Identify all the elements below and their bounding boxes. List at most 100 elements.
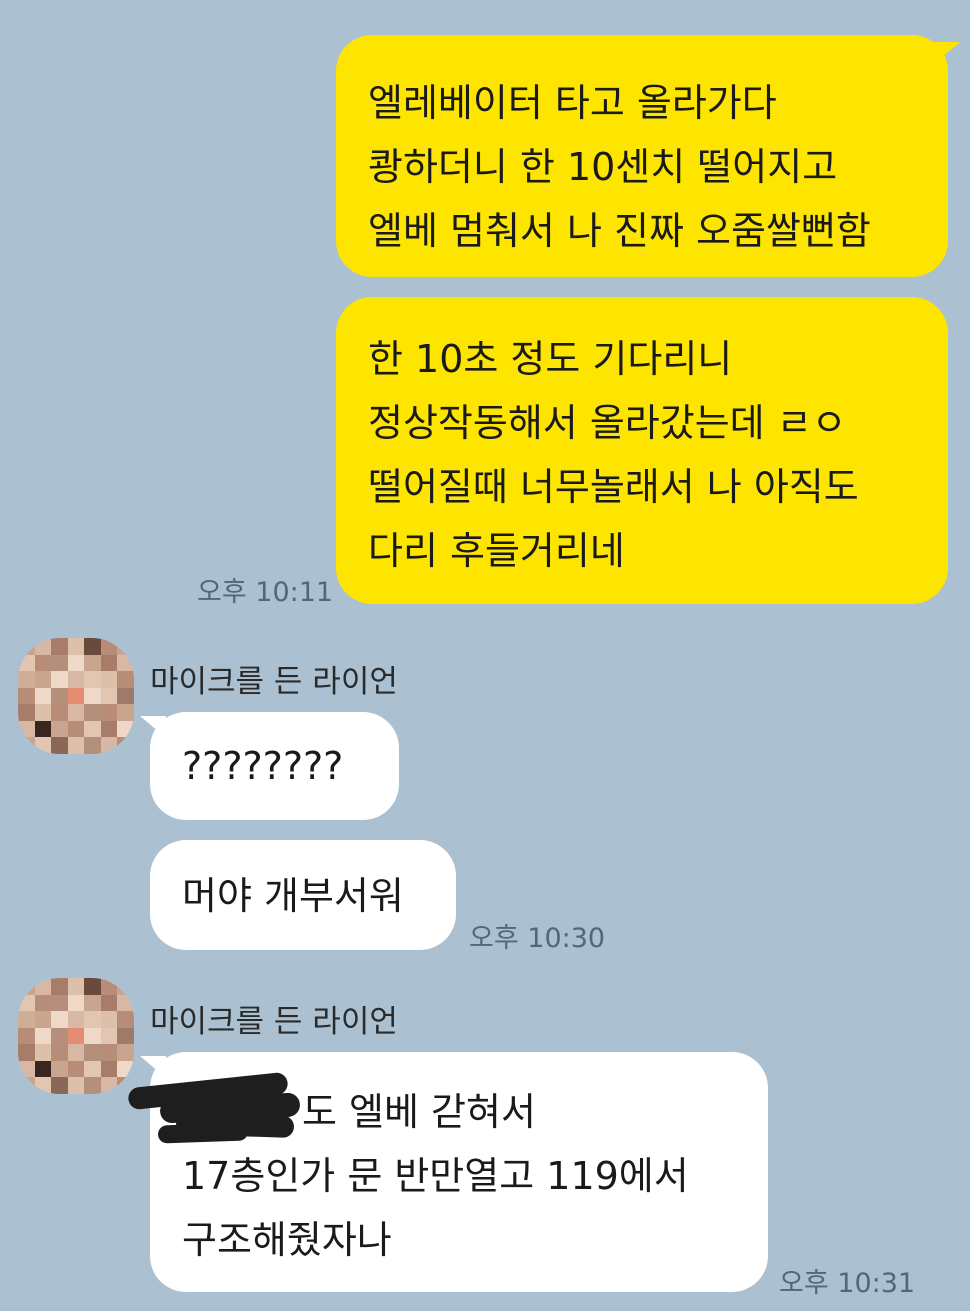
avatar-pixel — [34, 720, 52, 738]
avatar-pixel — [34, 1011, 52, 1028]
avatar-pixel — [117, 737, 134, 754]
avatar-pixel — [117, 704, 134, 721]
message-line: 엘레베이터 타고 올라가다 — [368, 81, 777, 125]
avatar-pixel — [100, 994, 118, 1012]
avatar[interactable] — [18, 638, 134, 754]
avatar-pixel — [100, 720, 118, 738]
avatar-pixel — [34, 654, 52, 672]
avatar-pixel — [117, 1027, 134, 1045]
avatar-pixel — [117, 687, 134, 705]
outgoing-message-bubble[interactable]: 한 10초 정도 기다리니 정상작동해서 올라갔는데 ㄹㅇ 떨어질때 너무놀래서… — [336, 297, 948, 604]
avatar-pixel — [18, 654, 35, 672]
avatar-pixel — [100, 671, 118, 688]
avatar-pixel — [34, 737, 52, 754]
message-line: 떨어질때 너무놀래서 나 아직도 — [368, 465, 859, 509]
avatar-pixel — [18, 1044, 35, 1061]
avatar-pixel — [51, 1027, 68, 1045]
avatar-pixel — [67, 1060, 85, 1078]
avatar-pixel — [34, 638, 52, 655]
avatar-pixel — [84, 994, 101, 1012]
message-timestamp: 오후 10:30 — [469, 923, 606, 954]
avatar-pixel — [100, 1011, 118, 1028]
avatar-pixel — [117, 978, 134, 995]
message-line: 엘베 멈춰서 나 진짜 오줌쌀뻔함 — [368, 209, 871, 253]
avatar-pixel — [117, 1044, 134, 1061]
avatar-pixel — [51, 720, 68, 738]
avatar-pixel — [67, 1027, 85, 1045]
avatar-pixel — [51, 704, 68, 721]
redaction-scribble — [157, 1122, 249, 1144]
incoming-message-bubble[interactable]: ???????? — [150, 712, 399, 820]
message-line: 머야 개부서워 — [182, 874, 404, 918]
avatar-pixel — [67, 978, 85, 995]
message-line: 17층인가 문 반만열고 119에서 — [182, 1154, 689, 1198]
avatar-pixel — [34, 978, 52, 995]
avatar-pixel — [34, 1044, 52, 1061]
avatar-pixel — [34, 1077, 52, 1094]
avatar-pixel — [100, 1044, 118, 1061]
avatar-pixel — [18, 994, 35, 1012]
avatar-pixel — [34, 994, 52, 1012]
avatar-pixel — [34, 1060, 52, 1078]
bubble-tail — [934, 42, 960, 64]
avatar-pixel — [67, 1077, 85, 1094]
avatar-pixel — [84, 1060, 101, 1078]
avatar-pixel — [117, 1011, 134, 1028]
avatar-pixel — [67, 704, 85, 721]
avatar-pixel — [67, 638, 85, 655]
avatar-pixel — [117, 654, 134, 672]
avatar-pixel — [51, 1011, 68, 1028]
avatar-pixel — [67, 1044, 85, 1061]
avatar-pixel — [51, 978, 68, 995]
avatar-pixel — [117, 638, 134, 655]
avatar-pixel — [67, 737, 85, 754]
avatar-pixel — [100, 654, 118, 672]
message-timestamp: 오후 10:11 — [197, 577, 334, 608]
avatar-pixel — [84, 687, 101, 705]
avatar-pixel — [18, 687, 35, 705]
avatar-pixel — [100, 1060, 118, 1078]
avatar-pixel — [18, 671, 35, 688]
avatar-pixel — [18, 1011, 35, 1028]
incoming-message-bubble[interactable]: 머야 개부서워 — [150, 840, 456, 950]
avatar-pixel — [84, 1027, 101, 1045]
message-line: 정상작동해서 올라갔는데 ㄹㅇ — [368, 401, 847, 445]
avatar-pixel — [84, 978, 101, 995]
message-line: ???????? — [182, 744, 344, 788]
avatar-pixel — [51, 687, 68, 705]
bubble-tail — [140, 1056, 166, 1078]
avatar-pixel — [67, 687, 85, 705]
avatar-pixel — [34, 687, 52, 705]
message-line: 다리 후들거리네 — [368, 529, 625, 573]
avatar[interactable] — [18, 978, 134, 1094]
avatar-pixel — [67, 720, 85, 738]
message-line: 한 10초 정도 기다리니 — [368, 337, 733, 381]
avatar-pixel — [51, 1077, 68, 1094]
avatar-pixel — [100, 737, 118, 754]
avatar-pixel — [117, 671, 134, 688]
avatar-pixel — [51, 671, 68, 688]
avatar-pixel — [18, 720, 35, 738]
avatar-pixel — [67, 994, 85, 1012]
avatar-pixel — [51, 654, 68, 672]
avatar-pixel — [18, 978, 35, 995]
avatar-pixel — [18, 1077, 35, 1094]
avatar-pixel — [18, 704, 35, 721]
avatar-pixel — [51, 1060, 68, 1078]
avatar-pixel — [84, 720, 101, 738]
avatar-pixel — [100, 1027, 118, 1045]
avatar-pixel — [100, 704, 118, 721]
outgoing-message-bubble[interactable]: 엘레베이터 타고 올라가다 쾅하더니 한 10센치 떨어지고 엘베 멈춰서 나 … — [336, 35, 948, 277]
avatar-pixel — [84, 638, 101, 655]
avatar-pixel — [34, 671, 52, 688]
avatar-pixel — [100, 687, 118, 705]
avatar-pixel — [117, 994, 134, 1012]
avatar-pixel — [18, 737, 35, 754]
avatar-pixel — [18, 1027, 35, 1045]
avatar-pixel — [100, 1077, 118, 1094]
message-line: 쾅하더니 한 10센치 떨어지고 — [368, 145, 838, 189]
avatar-pixel — [84, 1044, 101, 1061]
avatar-pixel — [34, 704, 52, 721]
avatar-pixel — [67, 671, 85, 688]
sender-name: 마이크를 든 라이언 — [150, 664, 398, 700]
